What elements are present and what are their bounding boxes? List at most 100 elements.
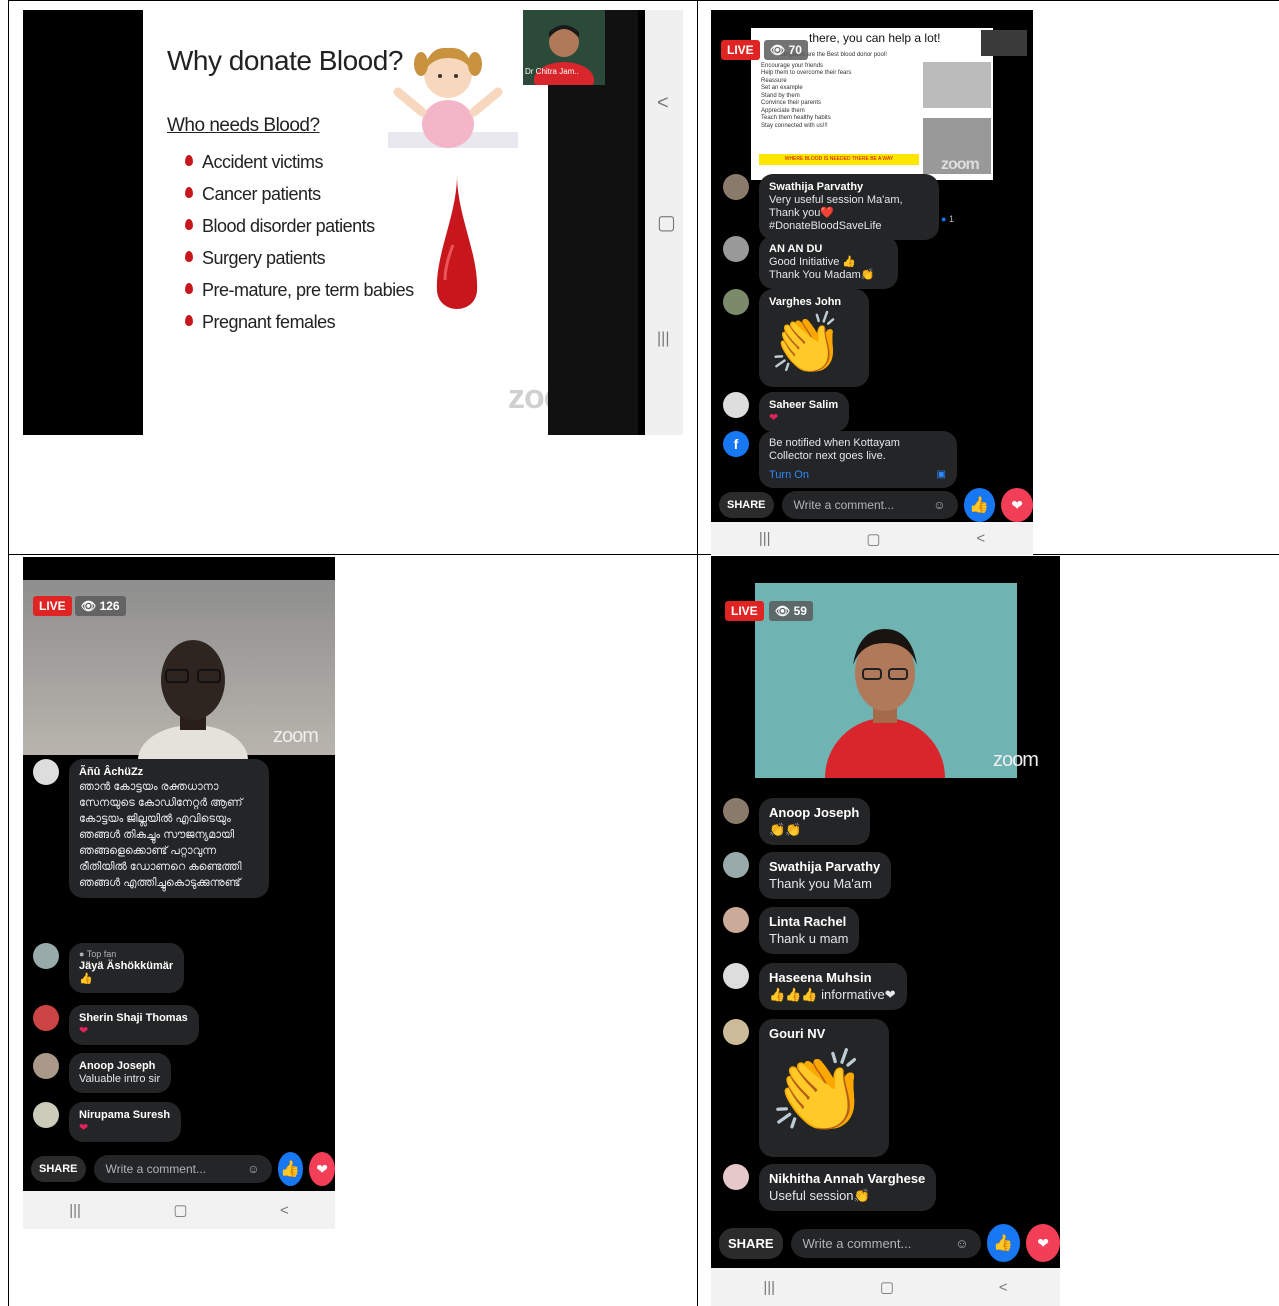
share-button[interactable]: SHARE [31,1156,86,1182]
reaction-count: ● 1 [941,214,954,224]
commenter-name[interactable]: Swathija Parvathy [769,180,928,194]
commenter-name[interactable]: Nikhitha Annah Varghese [769,1170,925,1187]
commenter-name[interactable]: Haseena Muhsin [769,969,896,986]
avatar[interactable] [723,907,749,933]
table-divider-vertical [697,0,698,1306]
presenter-video-thumbnail: Dr Chitra Jam.. [523,10,605,85]
commenter-name[interactable]: Sherin Shaji Thomas [79,1011,188,1025]
calendar-icon[interactable]: ▣ [937,469,946,481]
comment-bubble: Haseena Muhsin 👍👍👍 informative❤ [759,963,907,1010]
blood-drop-image [436,175,478,309]
avatar[interactable] [723,798,749,824]
home-icon[interactable]: ▢ [173,1201,187,1219]
comment: Anoop Joseph 👏👏 [723,798,871,845]
comment: Gouri NV 👏 [723,1019,889,1157]
table-divider-horizontal [8,554,1279,555]
comment-bubble: Varghes John 👏 [759,289,869,387]
comment-text: 👍 [79,973,93,985]
recents-icon[interactable]: ||| [69,1202,81,1219]
avatar[interactable] [723,852,749,878]
love-button[interactable]: ❤ [1001,488,1033,522]
comment-bubble: Sherin Shaji Thomas ❤ [69,1005,199,1045]
comment-bubble: Nikhitha Annah Varghese Useful session👏 [759,1164,937,1211]
commenter-name[interactable]: Anoop Joseph [79,1059,160,1073]
comment-input[interactable]: Write a comment... ☺ [790,1228,981,1258]
commenter-name[interactable]: Anoop Joseph [769,804,859,821]
emoji-icon[interactable]: ☺ [247,1162,259,1176]
avatar[interactable] [723,289,749,315]
like-button[interactable]: 👍 [963,488,996,522]
turn-on-link[interactable]: Turn On [769,469,809,481]
viewer-count-value: 59 [793,604,807,618]
clap-sticker: 👏 [769,310,844,377]
recents-icon[interactable]: ||| [759,530,771,547]
commenter-name[interactable]: AN AN DU [769,242,887,256]
commenter-name[interactable]: Varghes John [769,295,858,309]
comment: Sherin Shaji Thomas ❤ [33,1005,199,1045]
back-icon[interactable]: < [976,530,985,547]
emoji-icon[interactable]: ☺ [955,1236,968,1251]
android-nav-bar: ||| ▢ < [711,1268,1060,1306]
love-button[interactable]: ❤ [309,1152,335,1186]
home-icon[interactable]: ▢ [866,530,880,548]
commenter-name[interactable]: Nirupama Suresh [79,1108,170,1122]
emoji-icon[interactable]: ☺ [933,498,945,512]
list-item: Appreciate them [761,107,805,114]
commenter-name[interactable]: Gouri NV [769,1025,878,1042]
commenter-name[interactable]: Jäyä Äshökkümär [79,959,173,973]
viewer-count: 👁 59 [769,601,813,621]
home-icon[interactable]: ▢ [880,1278,894,1296]
viewer-count-value: 70 [788,43,802,57]
comment-bubble: AN AN DU Good Initiative 👍 Thank You Mad… [759,236,898,289]
commenter-name[interactable]: Swathija Parvathy [769,858,880,875]
avatar[interactable] [723,174,749,200]
avatar[interactable] [33,759,59,785]
comment-bubble: Linta Rachel Thank u mam [759,907,860,954]
avatar[interactable] [33,1005,59,1031]
avatar[interactable] [33,1102,59,1128]
comment-bubble: Gouri NV 👏 [759,1019,889,1157]
facebook-live-screen-2: there, you can help a lot! Youngsters ar… [711,10,1033,555]
avatar[interactable] [723,1164,749,1190]
avatar[interactable] [723,963,749,989]
list-item: Encourage your friends [761,62,824,69]
comment: Nikhitha Annah Varghese Useful session👏 [723,1164,937,1211]
comment: Swathija Parvathy Thank you Ma'am [723,852,892,899]
back-icon[interactable]: < [280,1202,289,1219]
commenter-name[interactable]: Ãñû ÂchüZz [79,765,258,779]
comment-bubble: Nirupama Suresh ❤ [69,1102,182,1142]
comment-placeholder: Write a comment... [793,498,894,512]
presenter-thumbnail [981,30,1027,56]
comment-bubble: ● Top fan Jäyä Äshökkümär 👍 [69,943,185,993]
notification-prompt: f Be notified when Kottayam Collector ne… [723,431,957,488]
comment-text: 👍👍👍 informative❤ [769,987,896,1002]
comment-text: ❤ [79,1025,89,1037]
comment-input[interactable]: Write a comment... ☺ [93,1155,272,1183]
share-button[interactable]: SHARE [719,492,774,518]
comment: Haseena Muhsin 👍👍👍 informative❤ [723,963,907,1010]
like-button[interactable]: 👍 [277,1152,304,1186]
commenter-name[interactable]: Saheer Salim [769,398,838,412]
viewer-count: 👁 126 [75,596,126,616]
love-button[interactable]: ❤ [1026,1224,1060,1262]
avatar[interactable] [723,392,749,418]
android-nav-bar: ||| ▢ < [23,1191,335,1229]
avatar[interactable] [33,943,59,969]
comment-input[interactable]: Write a comment... ☺ [781,491,958,519]
avatar[interactable] [33,1053,59,1079]
recents-icon[interactable]: ||| [657,330,669,348]
comment: Nirupama Suresh ❤ [33,1102,182,1142]
commenter-name[interactable]: Linta Rachel [769,913,848,930]
comment-bar: SHARE Write a comment... ☺ 👍 ❤ [711,1223,1060,1263]
like-button[interactable]: 👍 [986,1224,1021,1262]
zoom-watermark: zoom [273,725,319,747]
list-item: Pregnant females [185,306,414,338]
back-icon[interactable]: < [999,1279,1008,1296]
back-icon[interactable]: < [657,92,669,115]
recents-icon[interactable]: ||| [763,1279,775,1296]
home-icon[interactable]: ▢ [657,210,676,235]
avatar[interactable] [723,1019,749,1045]
share-button[interactable]: SHARE [719,1227,783,1259]
avatar[interactable] [723,236,749,262]
comment-text: Useful session👏 [769,1188,870,1203]
